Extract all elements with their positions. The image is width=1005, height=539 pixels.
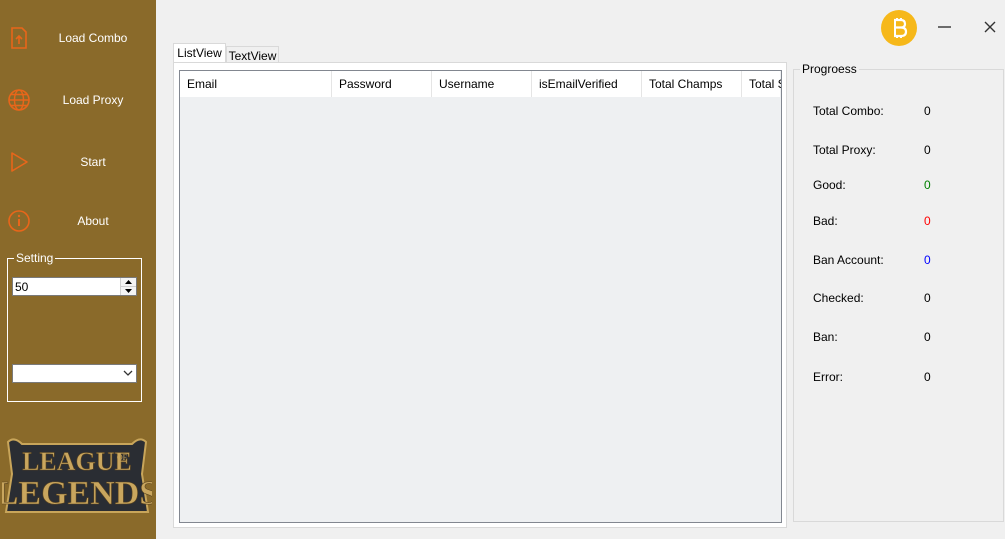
file-upload-icon [11, 27, 27, 49]
minimize-icon [938, 26, 951, 28]
setting-dropdown[interactable] [12, 364, 137, 383]
about-label: About [77, 214, 109, 228]
column-header-is-email-verified[interactable]: isEmailVerified [532, 71, 642, 97]
load-proxy-label: Load Proxy [62, 93, 124, 107]
info-icon [8, 210, 30, 232]
svg-text:LEAGUE: LEAGUE [22, 447, 132, 476]
threads-numeric-input[interactable] [12, 277, 137, 296]
bad-label: Bad: [813, 214, 838, 228]
progress-groupbox: Progroess Total Combo: 0 Total Proxy: 0 … [793, 62, 1004, 522]
ban-value: 0 [924, 330, 931, 344]
start-button[interactable]: Start [0, 142, 156, 182]
listview-header: Email Password Username isEmailVerified … [180, 71, 781, 97]
sidebar: Load Combo Load Proxy Start About Settin… [0, 0, 156, 539]
total-proxy-value: 0 [924, 143, 931, 157]
tab-listview-label: ListView [177, 46, 222, 60]
threads-input[interactable] [13, 278, 121, 295]
chevron-down-icon [123, 370, 133, 376]
column-header-password[interactable]: Password [332, 71, 432, 97]
minimize-button[interactable] [935, 17, 955, 37]
progress-legend: Progroess [800, 62, 859, 76]
load-proxy-button[interactable]: Load Proxy [0, 80, 156, 120]
total-combo-label: Total Combo: [813, 104, 884, 118]
tab-textview-label: TextView [228, 49, 277, 63]
league-of-legends-logo: LEAGUE OF LEGENDS [2, 438, 152, 513]
ban-account-value: 0 [924, 253, 931, 267]
load-combo-label: Load Combo [58, 31, 128, 45]
close-button[interactable] [980, 17, 1000, 37]
threads-spinner[interactable] [120, 278, 136, 295]
bitcoin-donate-button[interactable] [881, 10, 917, 46]
checked-label: Checked: [813, 291, 864, 305]
spin-up-icon[interactable] [121, 278, 136, 286]
error-value: 0 [924, 370, 931, 384]
total-combo-value: 0 [924, 104, 931, 118]
close-icon [984, 21, 996, 33]
setting-legend: Setting [14, 251, 56, 265]
load-combo-button[interactable]: Load Combo [0, 18, 156, 58]
checked-value: 0 [924, 291, 931, 305]
spin-down-icon[interactable] [121, 286, 136, 295]
bad-value: 0 [924, 214, 931, 228]
results-listview[interactable]: Email Password Username isEmailVerified … [179, 70, 782, 523]
column-header-total-champs[interactable]: Total Champs [642, 71, 742, 97]
about-button[interactable]: About [0, 201, 156, 241]
error-label: Error: [813, 370, 843, 384]
tab-listview[interactable]: ListView [173, 43, 226, 63]
play-icon [11, 152, 28, 172]
globe-icon [8, 89, 30, 111]
setting-groupbox: Setting [7, 251, 142, 402]
bitcoin-icon [894, 18, 908, 38]
good-value: 0 [924, 178, 931, 192]
column-header-email[interactable]: Email [180, 71, 332, 97]
ban-label: Ban: [813, 330, 838, 344]
start-label: Start [80, 155, 106, 169]
total-proxy-label: Total Proxy: [813, 143, 876, 157]
column-header-total-s[interactable]: Total S [742, 71, 781, 97]
svg-text:OF: OF [117, 453, 128, 462]
good-label: Good: [813, 178, 846, 192]
column-header-username[interactable]: Username [432, 71, 532, 97]
svg-text:LEGENDS: LEGENDS [2, 475, 152, 512]
ban-account-label: Ban Account: [813, 253, 884, 267]
